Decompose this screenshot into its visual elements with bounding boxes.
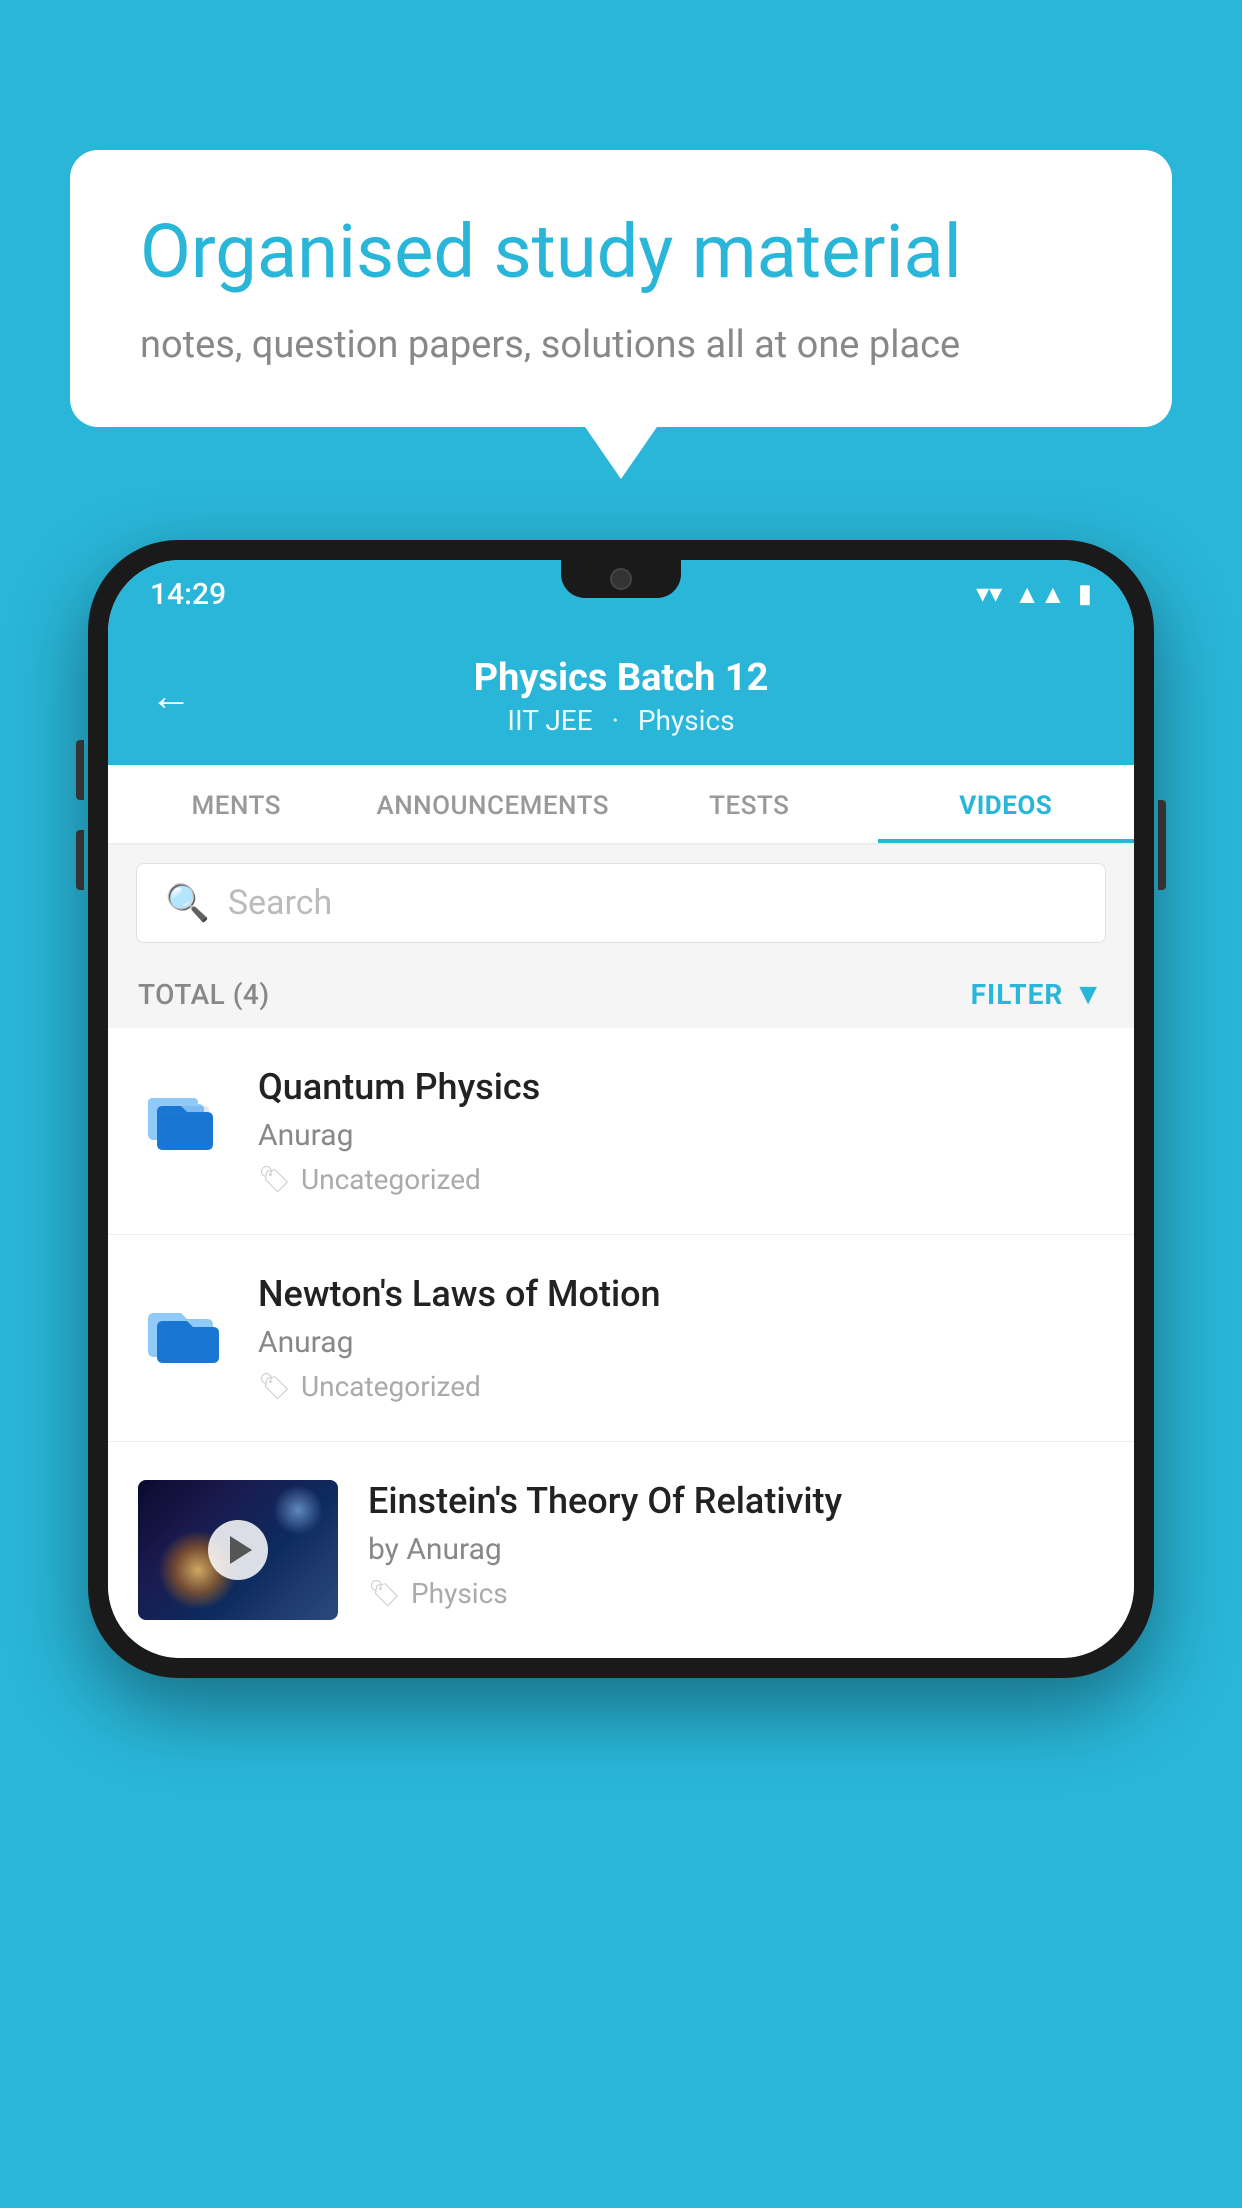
video-info-3: Einstein's Theory Of Relativity by Anura… [368,1480,1104,1610]
tag-label-3: Physics [411,1577,508,1610]
tag-label-1: Uncategorized [301,1163,481,1196]
tab-announcements[interactable]: ANNOUNCEMENTS [365,765,622,843]
video-author-1: Anurag [258,1118,1104,1153]
filter-icon: ▼ [1073,977,1104,1012]
play-button[interactable] [208,1520,268,1580]
video-title-1: Quantum Physics [258,1066,1104,1108]
volume-up-button [76,740,84,800]
video-tag-2: 🏷 Uncategorized [258,1370,1104,1403]
tab-ments[interactable]: MENTS [108,765,365,843]
video-tag-3: 🏷 Physics [368,1577,1104,1610]
total-label: TOTAL (4) [138,978,270,1011]
status-icons: ▾▾ ▲▲ ▮ [976,579,1092,610]
tabs-bar: MENTS ANNOUNCEMENTS TESTS VIDEOS [108,765,1134,845]
status-time: 14:29 [150,577,226,612]
video-tag-1: 🏷 Uncategorized [258,1163,1104,1196]
video-info-1: Quantum Physics Anurag 🏷 Uncategorized [258,1066,1104,1196]
header-subtitle: IIT JEE · Physics [474,704,769,737]
battery-icon: ▮ [1078,579,1092,609]
tag-icon-2: 🏷 [258,1372,291,1402]
bubble-title: Organised study material [140,210,1102,295]
tab-tests[interactable]: TESTS [621,765,878,843]
header-subtitle-physics: Physics [638,704,735,737]
content-area: Quantum Physics Anurag 🏷 Uncategorized [108,1028,1134,1658]
video-info-2: Newton's Laws of Motion Anurag 🏷 Uncateg… [258,1273,1104,1403]
list-item[interactable]: Newton's Laws of Motion Anurag 🏷 Uncateg… [108,1235,1134,1442]
header-subtitle-iitjee: IIT JEE [507,704,592,737]
folder-icon-2 [138,1273,228,1373]
filter-label: FILTER [971,978,1064,1011]
tag-icon-1: 🏷 [258,1165,291,1195]
phone-wrapper: 14:29 ▾▾ ▲▲ ▮ ← Physics Batch 12 IIT JEE… [88,540,1154,1678]
search-placeholder: Search [228,883,332,923]
power-button [1158,800,1166,890]
play-triangle-icon [230,1536,252,1564]
tag-icon-3: 🏷 [368,1579,401,1609]
video-author-3: by Anurag [368,1532,1104,1567]
front-camera [610,568,632,590]
thumb-overlay [138,1480,338,1620]
phone-notch [561,560,681,598]
volume-down-button [76,830,84,890]
filter-button[interactable]: FILTER ▼ [971,977,1104,1012]
phone-frame: 14:29 ▾▾ ▲▲ ▮ ← Physics Batch 12 IIT JEE… [88,540,1154,1678]
folder-icon-1 [138,1066,228,1166]
total-row: TOTAL (4) FILTER ▼ [108,961,1134,1028]
tag-label-2: Uncategorized [301,1370,481,1403]
video-title-3: Einstein's Theory Of Relativity [368,1480,1104,1522]
header-subtitle-separator: · [612,704,626,737]
wifi-icon: ▾▾ [976,579,1002,609]
video-author-2: Anurag [258,1325,1104,1360]
search-bar-wrapper: 🔍 Search [108,845,1134,961]
list-item[interactable]: Einstein's Theory Of Relativity by Anura… [108,1442,1134,1658]
video-thumbnail-3 [138,1480,338,1620]
list-item[interactable]: Quantum Physics Anurag 🏷 Uncategorized [108,1028,1134,1235]
phone-screen: 14:29 ▾▾ ▲▲ ▮ ← Physics Batch 12 IIT JEE… [108,560,1134,1658]
signal-icon: ▲▲ [1014,579,1065,610]
app-header: ← Physics Batch 12 IIT JEE · Physics [108,628,1134,765]
tab-videos[interactable]: VIDEOS [878,765,1135,843]
header-title: Physics Batch 12 [474,656,769,700]
header-center: Physics Batch 12 IIT JEE · Physics [474,656,769,737]
speech-bubble-container: Organised study material notes, question… [70,150,1172,427]
search-icon: 🔍 [165,882,210,924]
search-bar[interactable]: 🔍 Search [136,863,1106,943]
back-button[interactable]: ← [150,672,192,721]
bubble-subtitle: notes, question papers, solutions all at… [140,323,1102,367]
video-title-2: Newton's Laws of Motion [258,1273,1104,1315]
speech-bubble: Organised study material notes, question… [70,150,1172,427]
